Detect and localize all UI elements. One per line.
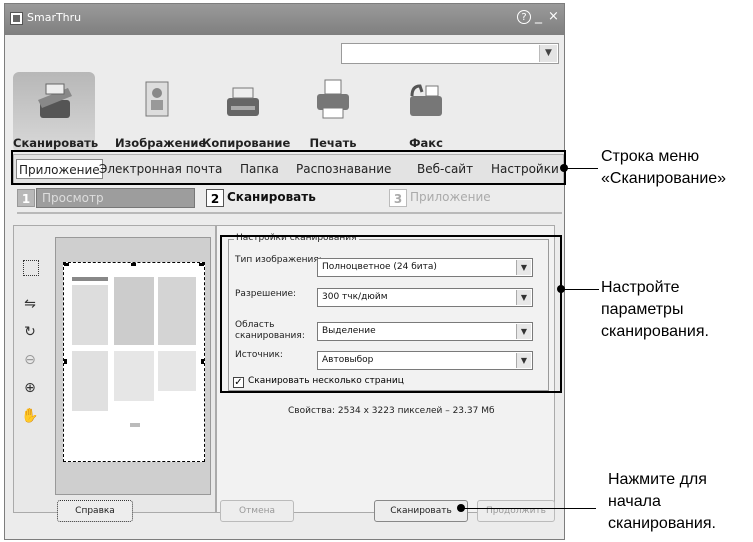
toolbar-image-button[interactable]: Изображение (115, 72, 207, 152)
scanner-icon (38, 83, 72, 118)
callout-text: сканирования. (601, 323, 709, 340)
step-number: 1 (17, 189, 35, 207)
scan-callout: Нажмите для начала сканирования. (608, 469, 716, 535)
callout-text: Строка меню (601, 148, 700, 165)
minimize-icon[interactable]: _ (535, 8, 542, 24)
callout-text: Нажмите для (608, 471, 707, 488)
callout-text: параметры (601, 301, 684, 318)
main-toolbar: Сканировать Изображение Копирование Печа… (5, 66, 564, 154)
help-icon[interactable]: ? (517, 10, 531, 24)
callout-line (463, 508, 596, 509)
tab-preview[interactable]: Просмотр (36, 188, 195, 208)
callout-line (563, 289, 599, 290)
preview-page[interactable] (62, 261, 206, 462)
flip-icon[interactable]: ⇋ (20, 294, 40, 314)
step-label: Просмотр (42, 191, 104, 205)
callout-text: начала (608, 493, 661, 510)
scan-button[interactable]: Сканировать (374, 500, 468, 522)
select-area-icon[interactable] (23, 260, 39, 276)
step-number: 3 (389, 189, 407, 207)
settings-callout: Настройте параметры сканирования. (601, 277, 709, 343)
image-icon (145, 81, 169, 117)
copier-icon (227, 87, 259, 116)
printer-icon (317, 79, 349, 119)
chevron-down-icon[interactable]: ▼ (539, 45, 557, 62)
top-combo-box[interactable]: ▼ (341, 43, 559, 64)
zoom-out-icon[interactable]: ⊖ (20, 350, 40, 370)
toolbar-label: Факс (409, 136, 443, 150)
app-icon (10, 12, 23, 25)
toolbar-print-button[interactable]: Печать (292, 72, 374, 152)
zoom-in-icon[interactable]: ⊕ (20, 378, 40, 398)
step-number: 2 (206, 189, 224, 207)
callout-text: сканирования. (608, 515, 716, 532)
help-button[interactable]: Справка (57, 500, 133, 522)
toolbar-label: Копирование (202, 136, 291, 150)
toolbar-fax-button[interactable]: Факс (385, 72, 467, 152)
tab-application[interactable]: Приложение (410, 190, 491, 204)
image-properties: Свойства: 2534 x 3223 пикселей – 23.37 М… (288, 406, 495, 416)
window-title: SmarThru (27, 11, 82, 24)
callout-text: Настройте (601, 279, 680, 296)
callout-text: «Сканирование» (601, 170, 727, 187)
cancel-button[interactable]: Отмена (220, 500, 294, 522)
step-divider (17, 212, 562, 214)
tab-scan[interactable]: Сканировать (227, 190, 316, 204)
rotate-icon[interactable]: ↻ (20, 322, 40, 342)
menu-highlight-box (11, 150, 566, 185)
title-bar: SmarThru ? _ × (5, 4, 564, 35)
continue-button[interactable]: Продолжить (477, 500, 555, 522)
toolbar-label: Изображение (115, 136, 207, 150)
hand-icon[interactable]: ✋ (20, 406, 40, 426)
fax-icon (410, 84, 442, 116)
callout-line (566, 168, 598, 169)
close-icon[interactable]: × (548, 9, 559, 24)
menu-callout: Строка меню «Сканирование» (601, 146, 726, 190)
settings-highlight-box (220, 235, 562, 393)
document-thumbnail (62, 261, 206, 427)
toolbar-label: Печать (309, 136, 357, 150)
toolbar-label: Сканировать (13, 136, 99, 150)
toolbar-scan-button[interactable]: Сканировать (13, 72, 99, 152)
toolbar-copy-button[interactable]: Копирование (202, 72, 291, 152)
